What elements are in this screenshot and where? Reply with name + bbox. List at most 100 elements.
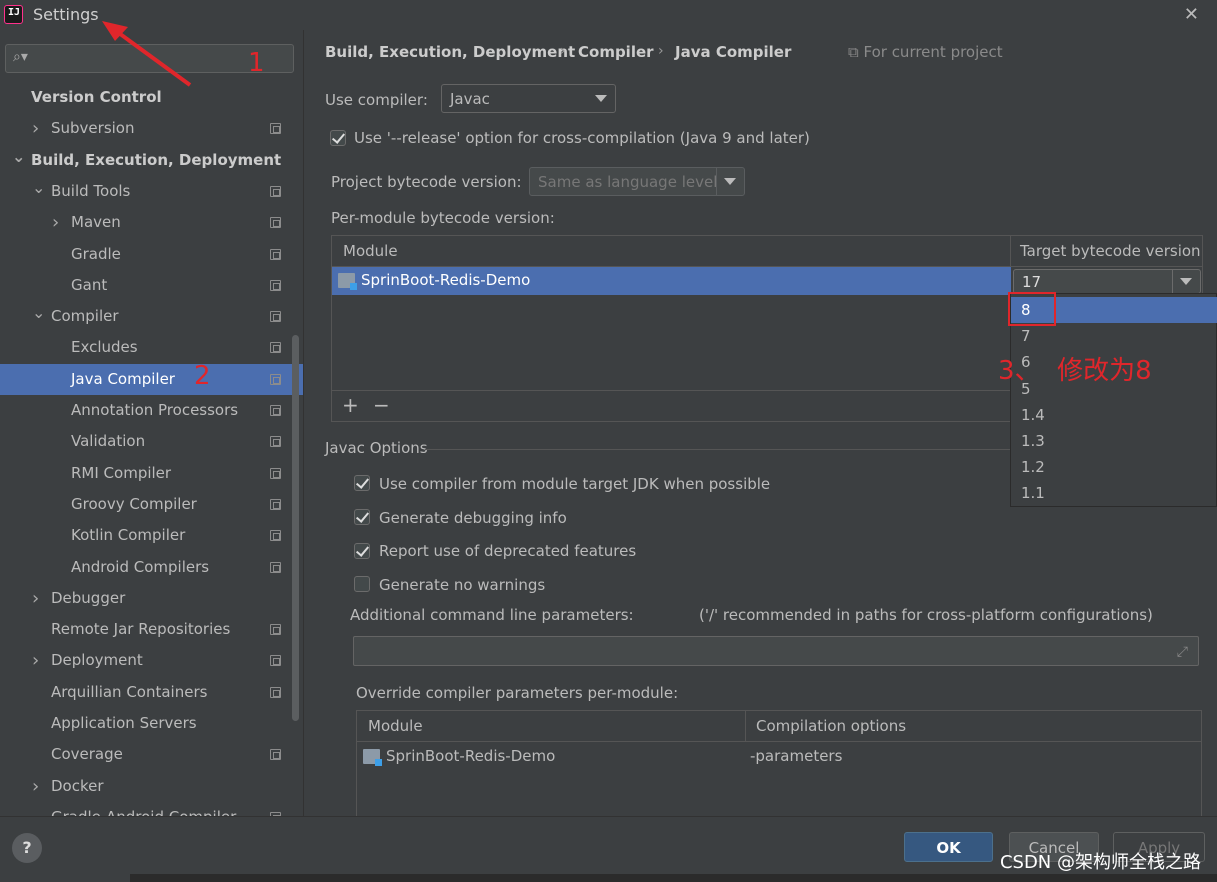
chevron-right-icon[interactable]: ›	[32, 645, 39, 676]
table-row[interactable]: SprinBoot-Redis-Demo	[332, 267, 1011, 295]
dropdown-option[interactable]: 1.4	[1011, 402, 1217, 428]
sidebar-item-docker[interactable]: › Docker	[0, 771, 303, 802]
breadcrumb-separator: ›	[658, 43, 664, 59]
sidebar-item-gradle[interactable]: Gradle	[0, 239, 303, 270]
breadcrumb-item[interactable]: Build, Execution, Deployment	[325, 43, 575, 61]
sidebar-item-application-servers[interactable]: Application Servers	[0, 708, 303, 739]
sidebar-item-coverage[interactable]: Coverage	[0, 739, 303, 770]
sidebar-item-label: RMI Compiler	[71, 463, 172, 482]
project-scope-icon	[270, 311, 281, 323]
sidebar-item-build-tools[interactable]: ⌄ Build Tools	[0, 176, 303, 207]
project-scope-icon	[270, 624, 281, 636]
sidebar-item-label: Compiler	[51, 307, 119, 326]
sidebar-item-label: Annotation Processors	[71, 401, 239, 419]
window-title: Settings	[33, 5, 99, 24]
sidebar-item-label: Build, Execution, Deployment	[31, 150, 282, 169]
sidebar-item-maven[interactable]: › Maven	[0, 207, 303, 238]
chevron-down-icon	[595, 95, 607, 102]
use-module-jdk-checkbox[interactable]	[354, 475, 370, 491]
project-scope-icon: ⧉	[848, 43, 864, 61]
release-option-label: Use '--release' option for cross-compila…	[354, 129, 810, 147]
expand-icon[interactable]: ⤢	[1177, 644, 1188, 660]
deprecated-features-checkbox[interactable]	[354, 543, 370, 559]
no-warnings-checkbox[interactable]	[354, 576, 370, 592]
chevron-down-icon[interactable]: ⌄	[32, 297, 45, 328]
project-scope-icon	[270, 655, 281, 667]
sidebar-item-gant[interactable]: Gant	[0, 270, 303, 301]
dropdown-option[interactable]: 1.2	[1011, 454, 1217, 480]
chevron-right-icon[interactable]: ›	[32, 583, 39, 614]
chevron-down-icon[interactable]: ⌄	[32, 172, 45, 203]
sidebar-item-validation[interactable]: Validation	[0, 426, 303, 457]
remove-module-button[interactable]: −	[373, 393, 390, 417]
sidebar-item-gradle-android-compiler[interactable]: Gradle-Android Compiler	[0, 802, 303, 816]
target-bytecode-select[interactable]: 17	[1013, 269, 1201, 294]
sidebar-item-label: Docker	[51, 776, 104, 795]
use-compiler-value: Javac	[450, 90, 490, 108]
breadcrumb-item[interactable]: Compiler	[578, 43, 654, 61]
release-option-checkbox[interactable]	[330, 130, 346, 146]
debugging-info-label: Generate debugging info	[379, 509, 567, 527]
annotation-highlight-box	[1008, 292, 1056, 326]
chevron-right-icon[interactable]: ›	[32, 113, 39, 144]
sidebar-item-label: Java Compiler	[71, 369, 175, 388]
project-scope-icon	[270, 248, 281, 260]
sidebar-item-deployment[interactable]: › Deployment	[0, 645, 303, 676]
module-icon	[338, 273, 357, 290]
sidebar-item-compiler[interactable]: ⌄ Compiler	[0, 301, 303, 332]
breadcrumb-separator: ›	[560, 43, 566, 59]
add-module-button[interactable]: +	[342, 393, 359, 417]
sidebar-item-kotlin-compiler[interactable]: Kotlin Compiler	[0, 520, 303, 551]
sidebar-item-excludes[interactable]: Excludes	[0, 332, 303, 363]
project-bytecode-value: Same as language level	[538, 173, 718, 191]
project-scope-icon	[270, 467, 281, 479]
project-scope-icon	[270, 373, 281, 385]
column-header-module[interactable]: Module	[368, 717, 423, 735]
sidebar-item-version-control[interactable]: Version Control	[0, 82, 303, 113]
sidebar-item-label: Coverage	[51, 745, 123, 764]
project-scope-icon	[270, 405, 281, 416]
sidebar-item-label: Maven	[71, 213, 121, 232]
column-header-options[interactable]: Compilation options	[756, 717, 906, 735]
project-scope-icon	[270, 436, 281, 448]
help-button[interactable]: ?	[12, 833, 42, 863]
sidebar-item-label: Kotlin Compiler	[71, 526, 186, 545]
sidebar-item-arquillian-containers[interactable]: Arquillian Containers	[0, 677, 303, 708]
sidebar-item-debugger[interactable]: › Debugger	[0, 583, 303, 614]
sidebar-item-java-compiler[interactable]: Java Compiler	[0, 363, 303, 395]
use-compiler-select[interactable]: Javac	[441, 84, 616, 113]
compilation-options-value[interactable]: -parameters	[750, 747, 842, 765]
sidebar-item-label: Remote Jar Repositories	[51, 620, 231, 639]
additional-params-input[interactable]: ⤢	[353, 636, 1199, 666]
ok-button[interactable]: OK	[904, 832, 993, 862]
sidebar-item-build-execution-deployment[interactable]: ⌄ Build, Execution, Deployment	[0, 145, 303, 176]
sidebar-item-rmi-compiler[interactable]: RMI Compiler	[0, 458, 303, 489]
sidebar-item-annotation-processors[interactable]: Annotation Processors	[0, 395, 303, 426]
sidebar-item-label: Deployment	[51, 651, 143, 670]
project-bytecode-select[interactable]: Same as language level	[529, 167, 745, 196]
additional-params-hint: ('/' recommended in paths for cross-plat…	[699, 606, 1153, 624]
column-divider	[1010, 236, 1011, 267]
sidebar-item-label: Gradle-Android Compiler	[51, 802, 236, 816]
table-header: Module Target bytecode version	[332, 236, 1202, 267]
dropdown-option[interactable]: 1.1	[1011, 480, 1217, 506]
column-header-target[interactable]: Target bytecode version	[1020, 242, 1201, 260]
column-header-module[interactable]: Module	[343, 242, 398, 260]
close-icon[interactable]: ✕	[1184, 4, 1199, 25]
combo-button	[716, 168, 744, 195]
sidebar-scrollbar[interactable]	[292, 335, 299, 721]
section-divider	[425, 449, 1010, 450]
sidebar-item-subversion[interactable]: › Subversion	[0, 113, 303, 144]
sidebar-item-label: Build Tools	[51, 181, 131, 200]
module-name[interactable]: SprinBoot-Redis-Demo	[386, 747, 555, 765]
dropdown-option[interactable]: 1.3	[1011, 428, 1217, 454]
chevron-right-icon[interactable]: ›	[32, 771, 39, 802]
chevron-down-icon[interactable]: ⌄	[12, 141, 25, 172]
sidebar-item-label: Arquillian Containers	[51, 682, 208, 701]
sidebar-item-remote-jar-repositories[interactable]: Remote Jar Repositories	[0, 614, 303, 645]
sidebar-item-groovy-compiler[interactable]: Groovy Compiler	[0, 489, 303, 520]
sidebar-item-android-compilers[interactable]: Android Compilers	[0, 552, 303, 583]
chevron-right-icon[interactable]: ›	[52, 207, 59, 238]
debugging-info-checkbox[interactable]	[354, 509, 370, 525]
dropdown-option[interactable]: 7	[1011, 323, 1217, 349]
